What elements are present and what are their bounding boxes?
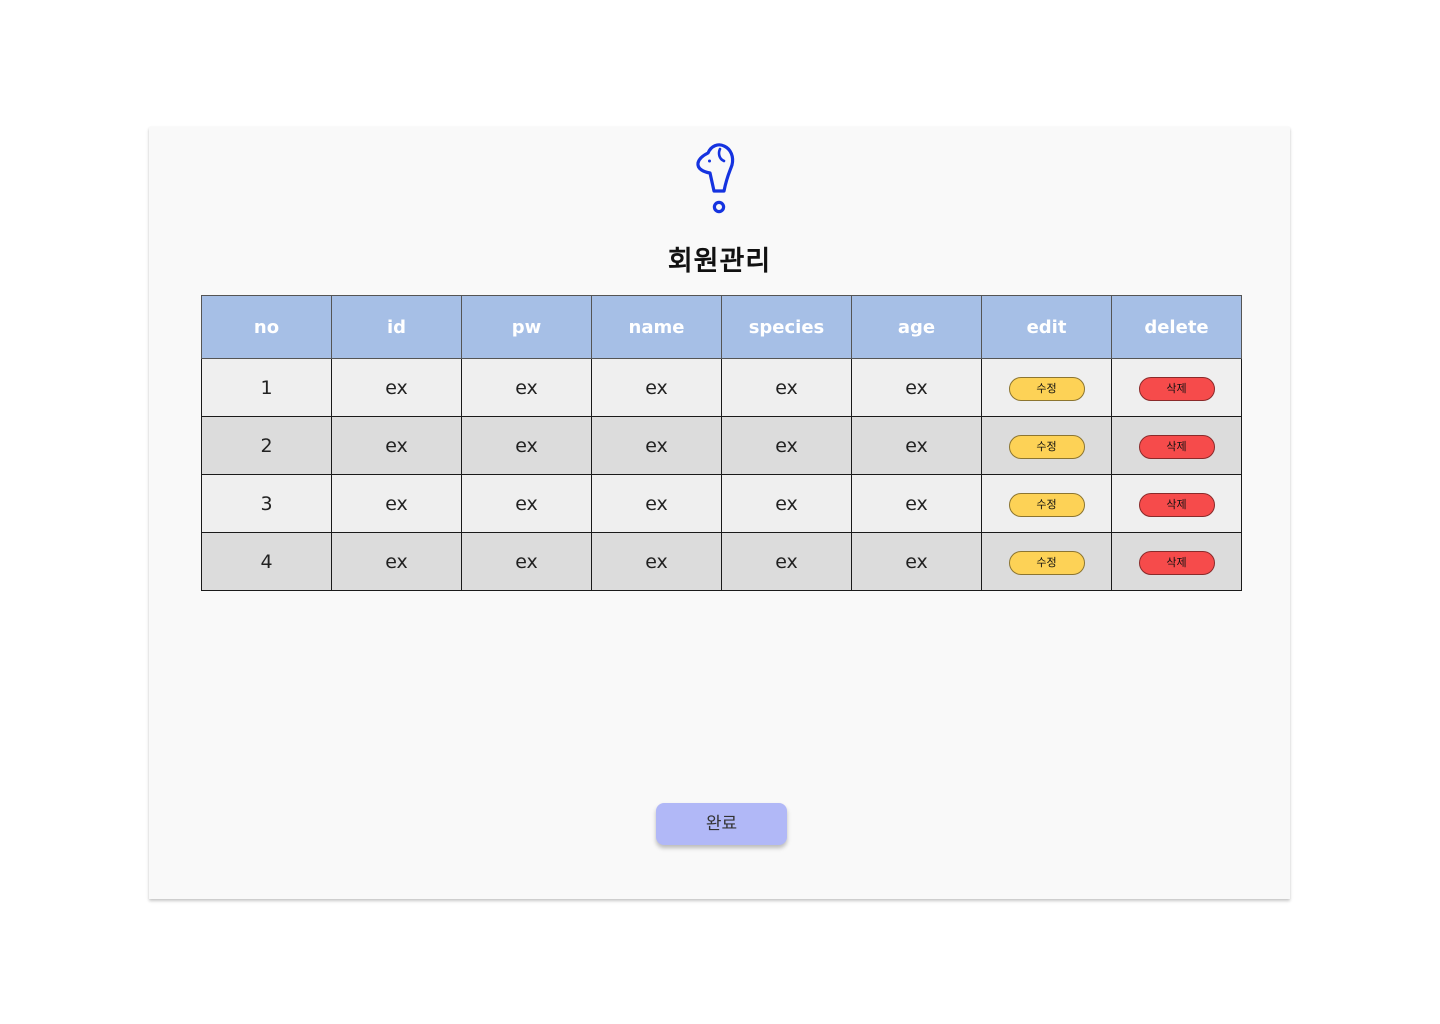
member-table: no id pw name species age edit delete 1 … — [201, 295, 1242, 591]
delete-button[interactable]: 삭제 — [1138, 550, 1215, 575]
cell-name: ex — [591, 416, 722, 475]
cell-age: ex — [851, 358, 982, 417]
table-row: 4 ex ex ex ex ex 수정 삭제 — [201, 532, 1242, 591]
column-header-delete: delete — [1111, 295, 1242, 359]
cell-age: ex — [851, 474, 982, 533]
column-header-id: id — [331, 295, 462, 359]
column-header-pw: pw — [461, 295, 592, 359]
cell-no: 1 — [201, 358, 332, 417]
cell-edit: 수정 — [981, 474, 1112, 533]
cell-edit: 수정 — [981, 358, 1112, 417]
cell-no: 3 — [201, 474, 332, 533]
dog-exclamation-logo-icon — [696, 143, 735, 214]
column-header-species: species — [721, 295, 852, 359]
cell-edit: 수정 — [981, 416, 1112, 475]
edit-button[interactable]: 수정 — [1008, 550, 1085, 575]
done-button[interactable]: 완료 — [656, 803, 787, 845]
column-header-age: age — [851, 295, 982, 359]
table-header-row: no id pw name species age edit delete — [201, 295, 1242, 359]
cell-pw: ex — [461, 532, 592, 591]
edit-button[interactable]: 수정 — [1008, 492, 1085, 517]
delete-button[interactable]: 삭제 — [1138, 492, 1215, 517]
table-row: 3 ex ex ex ex ex 수정 삭제 — [201, 474, 1242, 533]
cell-pw: ex — [461, 474, 592, 533]
cell-delete: 삭제 — [1111, 416, 1242, 475]
delete-button[interactable]: 삭제 — [1138, 376, 1215, 401]
cell-species: ex — [721, 416, 852, 475]
edit-button[interactable]: 수정 — [1008, 376, 1085, 401]
cell-species: ex — [721, 474, 852, 533]
cell-delete: 삭제 — [1111, 358, 1242, 417]
cell-name: ex — [591, 474, 722, 533]
cell-species: ex — [721, 532, 852, 591]
cell-age: ex — [851, 416, 982, 475]
cell-id: ex — [331, 358, 462, 417]
cell-id: ex — [331, 474, 462, 533]
column-header-no: no — [201, 295, 332, 359]
column-header-name: name — [591, 295, 722, 359]
page-title: 회원관리 — [667, 246, 772, 277]
member-management-panel: 회원관리 no id pw name species age edit dele… — [149, 127, 1290, 899]
cell-edit: 수정 — [981, 532, 1112, 591]
cell-id: ex — [331, 416, 462, 475]
edit-button[interactable]: 수정 — [1008, 434, 1085, 459]
cell-age: ex — [851, 532, 982, 591]
cell-species: ex — [721, 358, 852, 417]
table-row: 1 ex ex ex ex ex 수정 삭제 — [201, 358, 1242, 417]
cell-pw: ex — [461, 416, 592, 475]
cell-delete: 삭제 — [1111, 474, 1242, 533]
column-header-edit: edit — [981, 295, 1112, 359]
cell-name: ex — [591, 358, 722, 417]
cell-no: 2 — [201, 416, 332, 475]
cell-no: 4 — [201, 532, 332, 591]
cell-name: ex — [591, 532, 722, 591]
table-row: 2 ex ex ex ex ex 수정 삭제 — [201, 416, 1242, 475]
cell-id: ex — [331, 532, 462, 591]
delete-button[interactable]: 삭제 — [1138, 434, 1215, 459]
cell-delete: 삭제 — [1111, 532, 1242, 591]
cell-pw: ex — [461, 358, 592, 417]
